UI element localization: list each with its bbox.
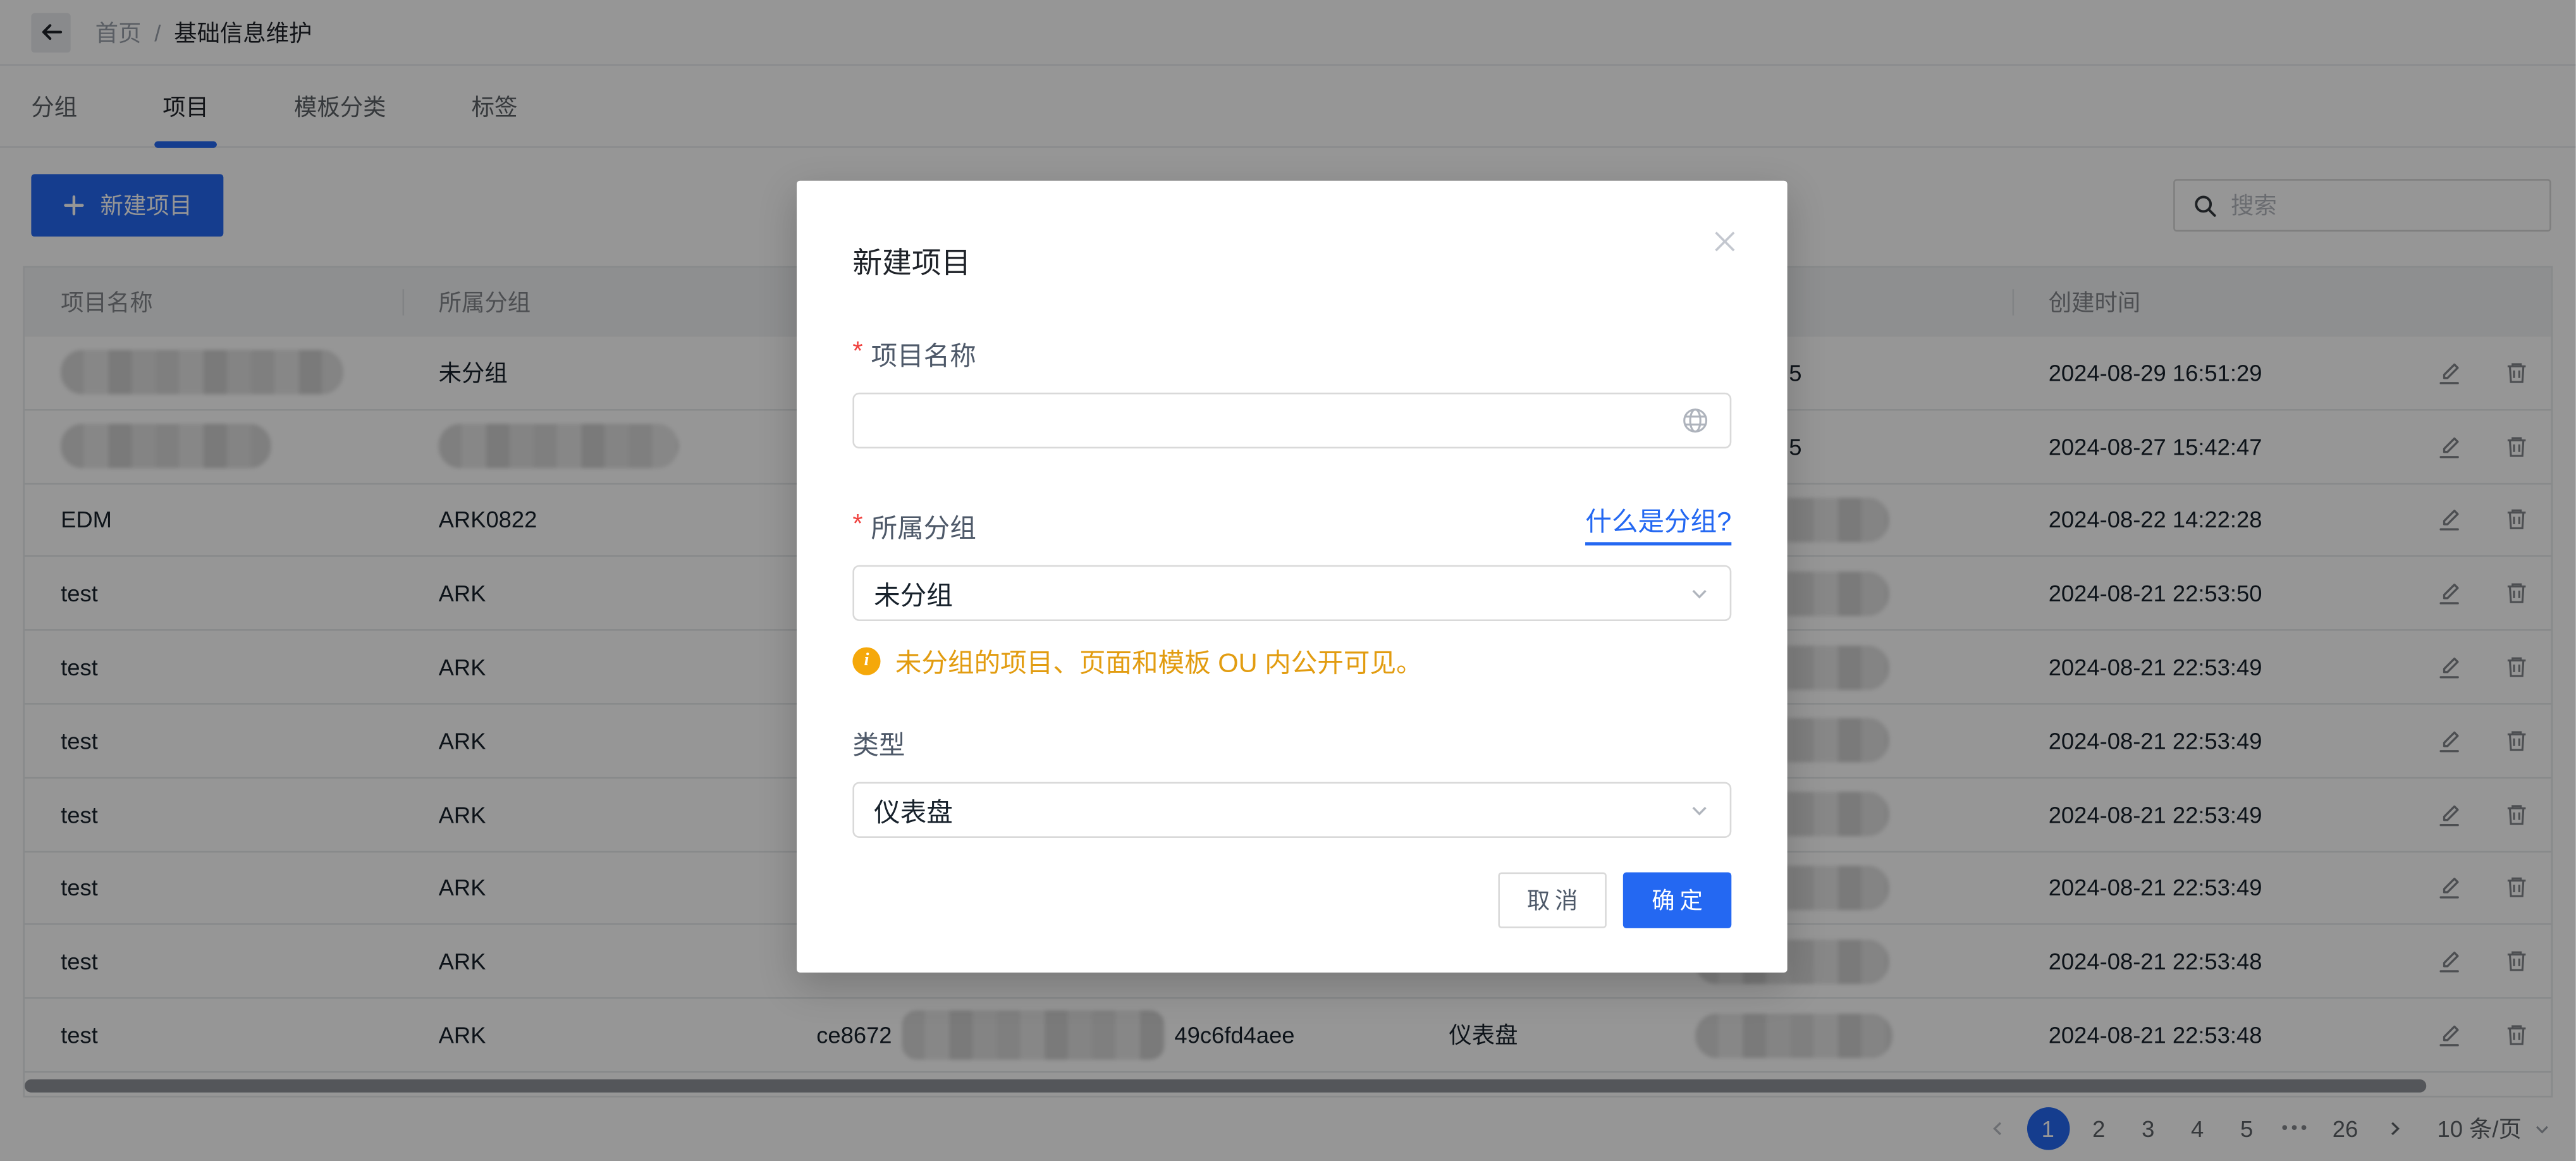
group-warning: 未分组的项目、页面和模板 OU 内公开可见。 <box>852 641 1731 680</box>
project-name-input[interactable] <box>874 407 1681 434</box>
confirm-button[interactable]: 确定 <box>1623 873 1731 928</box>
what-is-group-link[interactable]: 什么是分组? <box>1585 500 1731 546</box>
project-name-label: * 项目名称 <box>852 333 976 372</box>
info-icon <box>852 646 880 674</box>
project-type-value: 仪表盘 <box>874 790 953 830</box>
chevron-down-icon <box>1689 799 1710 821</box>
cancel-button[interactable]: 取消 <box>1498 873 1606 928</box>
project-group-value: 未分组 <box>874 574 953 613</box>
new-project-dialog: 新建项目 * 项目名称 * 所属分组 什么是分组? 未分组 未 <box>797 181 1788 973</box>
group-warning-text: 未分组的项目、页面和模板 OU 内公开可见。 <box>895 641 1423 680</box>
project-name-input-wrap <box>852 393 1731 448</box>
chevron-down-icon <box>1689 582 1710 604</box>
project-group-label: * 所属分组 <box>852 506 976 545</box>
project-type-label: 类型 <box>852 723 905 762</box>
project-group-select[interactable]: 未分组 <box>852 565 1731 621</box>
close-button[interactable] <box>1710 227 1740 257</box>
project-type-select[interactable]: 仪表盘 <box>852 782 1731 838</box>
close-icon <box>1710 227 1740 257</box>
dialog-title: 新建项目 <box>852 181 1731 283</box>
required-mark: * <box>852 338 862 368</box>
required-mark: * <box>852 511 862 541</box>
app-stage: 首页 / 基础信息维护 分组 项目 模板分类 标签 新建项目 <box>0 0 2576 1161</box>
globe-icon[interactable] <box>1681 406 1710 436</box>
